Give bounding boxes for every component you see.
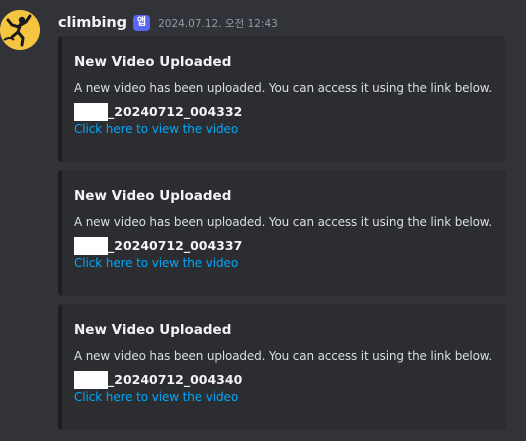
embed-filename: _20240712_004332 bbox=[74, 103, 502, 121]
embed-description: A new video has been uploaded. You can a… bbox=[74, 81, 493, 95]
embed-card: New Video Uploaded A new video has been … bbox=[58, 170, 506, 296]
embed-description: A new video has been uploaded. You can a… bbox=[74, 215, 493, 229]
chat-message: climbing 앱 2024.07.12. 오전 12:43 New Vide… bbox=[0, 0, 526, 441]
embed-card: New Video Uploaded A new video has been … bbox=[58, 36, 506, 162]
embed-filename: _20240712_004337 bbox=[74, 237, 502, 255]
view-video-link[interactable]: Click here to view the video bbox=[74, 121, 502, 138]
avatar[interactable] bbox=[0, 10, 40, 50]
embed-filename: _20240712_004340 bbox=[74, 371, 502, 389]
filename-text: _20240712_004337 bbox=[108, 238, 243, 253]
app-badge: 앱 bbox=[132, 15, 151, 31]
view-video-link[interactable]: Click here to view the video bbox=[74, 389, 502, 406]
message-header: climbing 앱 2024.07.12. 오전 12:43 bbox=[58, 12, 278, 34]
embed-title: New Video Uploaded bbox=[74, 188, 232, 204]
timestamp[interactable]: 2024.07.12. 오전 12:43 bbox=[158, 16, 278, 31]
username[interactable]: climbing bbox=[58, 15, 127, 31]
view-video-link[interactable]: Click here to view the video bbox=[74, 255, 502, 272]
redacted-block bbox=[74, 103, 108, 121]
embed-description: A new video has been uploaded. You can a… bbox=[74, 349, 493, 363]
embed-card: New Video Uploaded A new video has been … bbox=[58, 304, 506, 430]
redacted-block bbox=[74, 371, 108, 389]
embed-title: New Video Uploaded bbox=[74, 54, 232, 70]
redacted-block bbox=[74, 237, 108, 255]
filename-text: _20240712_004332 bbox=[108, 104, 243, 119]
climber-icon bbox=[0, 10, 40, 50]
embed-title: New Video Uploaded bbox=[74, 322, 232, 338]
filename-text: _20240712_004340 bbox=[108, 372, 243, 387]
